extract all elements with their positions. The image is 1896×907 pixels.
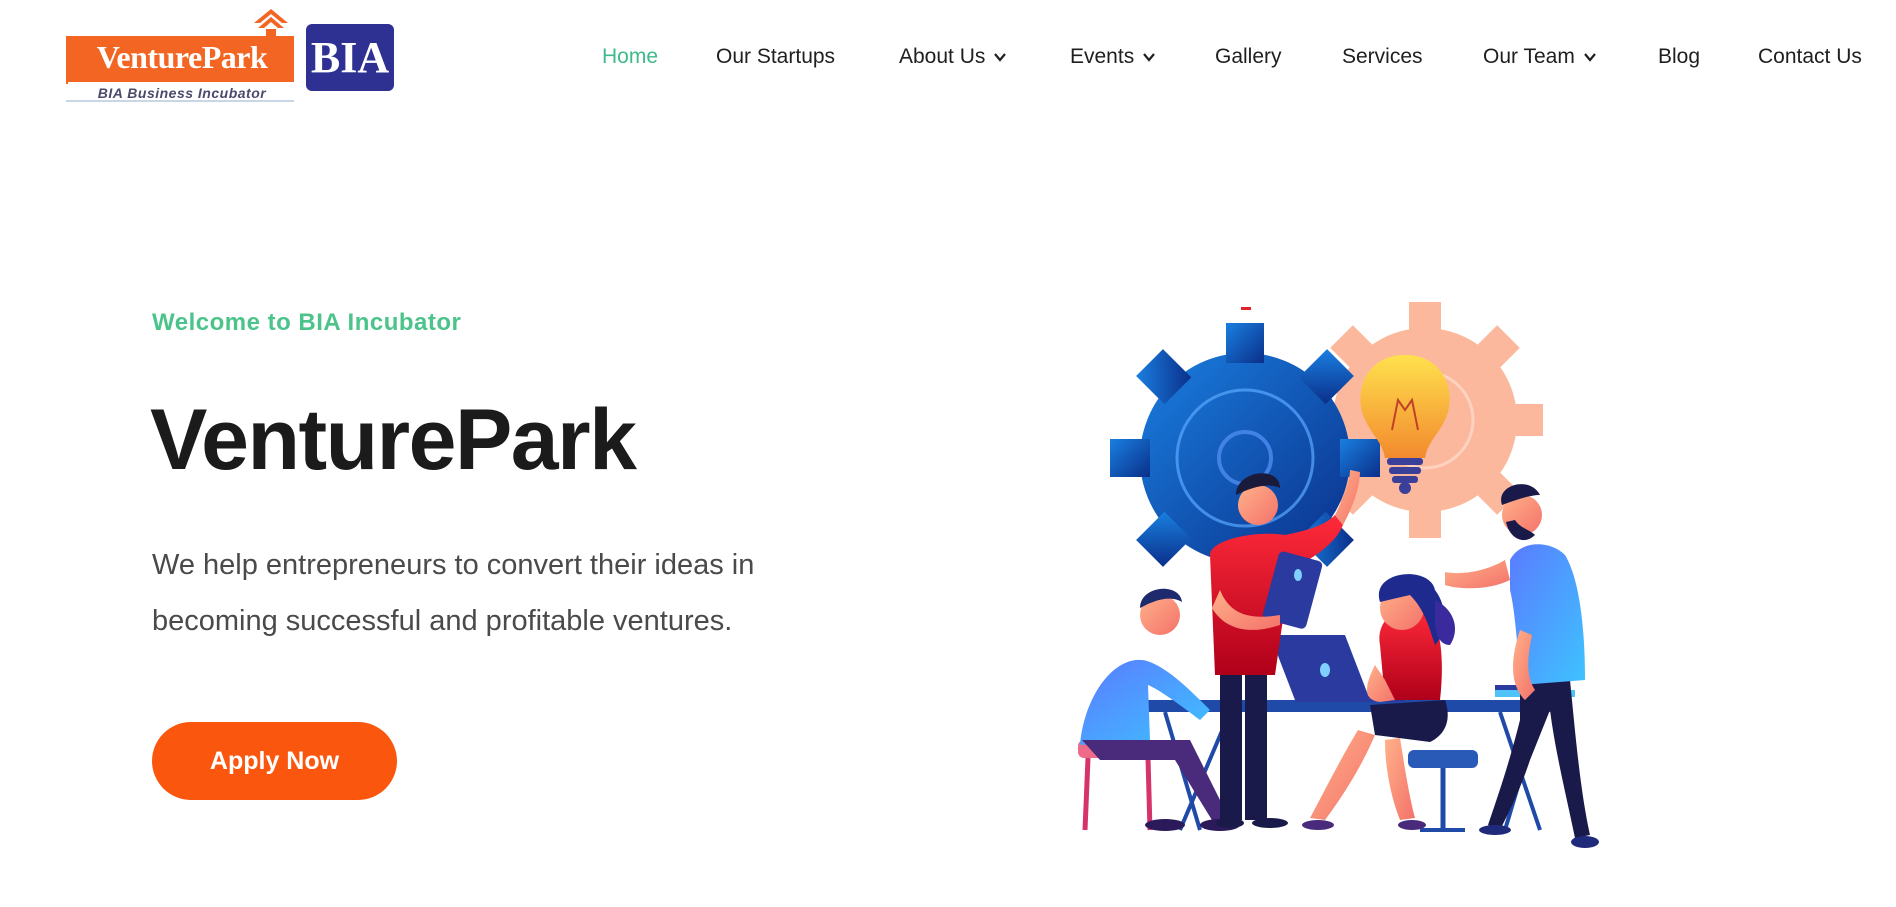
chevron-down-icon [994,53,1007,63]
nav-label: Our Startups [716,45,836,68]
hero-description-line-2: becoming successful and profitable ventu… [152,605,733,637]
site-header: VenturePark BIA Business Incubator BIA H… [0,0,1896,115]
nav-item-gallery[interactable]: Gallery [1215,40,1282,74]
chevron-down-icon [1583,53,1596,63]
nav-item-events[interactable]: Events [1070,40,1156,74]
logo-underline [66,100,294,102]
nav-label: Services [1342,45,1423,68]
chevron-down-icon [1143,53,1156,63]
roof-icon [254,9,288,39]
main-nav: Home Our Startups About Us Events Galler… [0,40,1896,74]
hero-description-line-1: We help entrepreneurs to convert their i… [152,549,755,581]
nav-item-home[interactable]: Home [602,40,658,74]
nav-item-about-us[interactable]: About Us [899,40,1007,74]
nav-item-blog[interactable]: Blog [1658,40,1700,74]
nav-label: Contact Us [1758,45,1862,68]
hero-description: We help entrepreneurs to convert their i… [152,537,872,649]
nav-label: Home [602,45,659,68]
nav-label: Gallery [1215,45,1282,68]
team-collaboration-illustration [1078,302,1599,848]
hero-title: VenturePark [150,392,637,488]
nav-item-services[interactable]: Services [1342,40,1423,74]
hero-eyebrow: Welcome to BIA Incubator [152,309,462,336]
nav-label: Blog [1658,45,1701,68]
nav-item-our-startups[interactable]: Our Startups [716,40,835,74]
nav-item-our-team[interactable]: Our Team [1483,40,1597,74]
nav-label: Events [1070,45,1135,68]
apply-now-button[interactable]: Apply Now [152,722,397,800]
nav-label: About Us [899,45,986,68]
nav-item-contact-us[interactable]: Contact Us [1758,40,1862,74]
person-standing-right [1445,484,1599,848]
nav-label: Our Team [1483,45,1575,68]
